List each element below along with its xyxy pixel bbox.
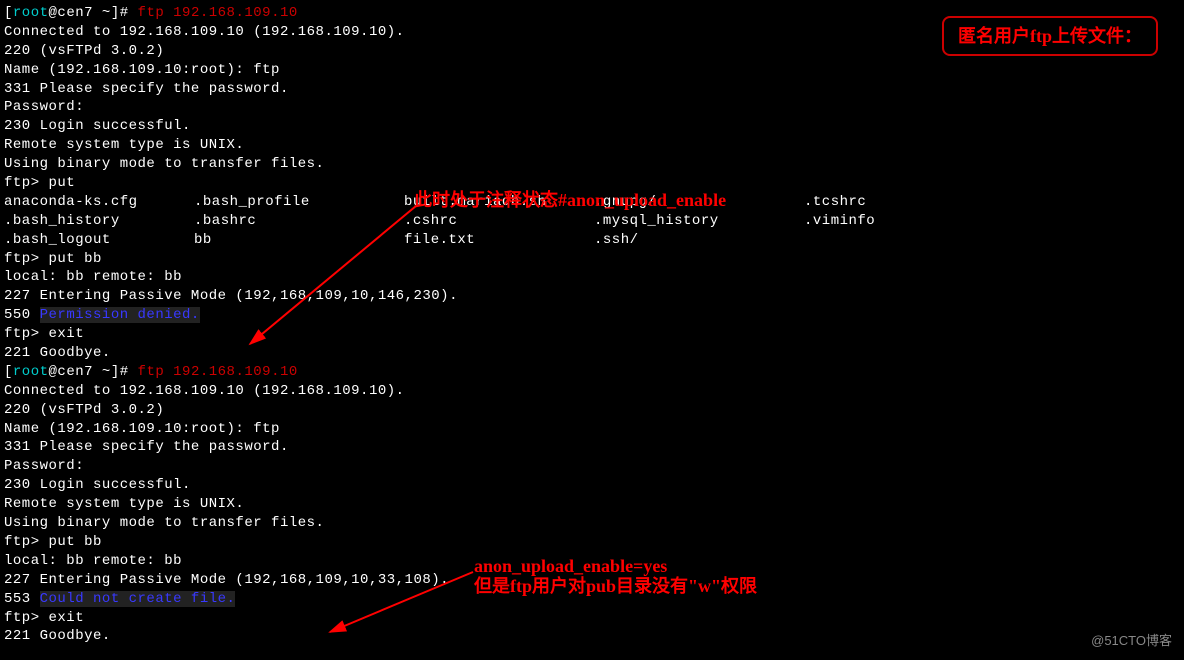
terminal-output: Using binary mode to transfer files.: [4, 155, 1180, 174]
terminal-output: 221 Goodbye.: [4, 344, 1180, 363]
file-listing-row: .bash_logout bb file.txt .ssh/: [4, 231, 1180, 250]
terminal-output: 220 (vsFTPd 3.0.2): [4, 401, 1180, 420]
terminal-output: Connected to 192.168.109.10 (192.168.109…: [4, 382, 1180, 401]
terminal-output: Password:: [4, 457, 1180, 476]
ftp-prompt: ftp> put bb: [4, 250, 1180, 269]
terminal-output: local: bb remote: bb: [4, 268, 1180, 287]
file-listing-row: .bash_history .bashrc .cshrc .mysql_hist…: [4, 212, 1180, 231]
terminal-output: 230 Login successful.: [4, 476, 1180, 495]
terminal-output: Remote system type is UNIX.: [4, 136, 1180, 155]
terminal-output: 230 Login successful.: [4, 117, 1180, 136]
ftp-prompt: ftp> put bb: [4, 533, 1180, 552]
ftp-prompt: ftp> exit: [4, 609, 1180, 628]
terminal-output: 221 Goodbye.: [4, 627, 1180, 646]
prompt-line-2: [root@cen7 ~]# ftp 192.168.109.10: [4, 363, 1180, 382]
ftp-prompt: ftp> exit: [4, 325, 1180, 344]
terminal-output: Remote system type is UNIX.: [4, 495, 1180, 514]
watermark: @51CTO博客: [1091, 632, 1172, 650]
terminal-output: 331 Please specify the password.: [4, 80, 1180, 99]
terminal-output: 331 Please specify the password.: [4, 438, 1180, 457]
terminal-output: Name (192.168.109.10:root): ftp: [4, 420, 1180, 439]
annotation-title-box: 匿名用户ftp上传文件：: [942, 16, 1158, 56]
terminal-output: Password:: [4, 98, 1180, 117]
terminal-output: 227 Entering Passive Mode (192,168,109,1…: [4, 287, 1180, 306]
annotation-comment-1: 此时处于注释状态#anon_upload_enable: [414, 188, 726, 212]
annotation-comment-3: 但是ftp用户对pub目录没有"w"权限: [474, 574, 757, 598]
terminal-output: Using binary mode to transfer files.: [4, 514, 1180, 533]
error-line: 550 Permission denied.: [4, 306, 1180, 325]
terminal-output: Name (192.168.109.10:root): ftp: [4, 61, 1180, 80]
